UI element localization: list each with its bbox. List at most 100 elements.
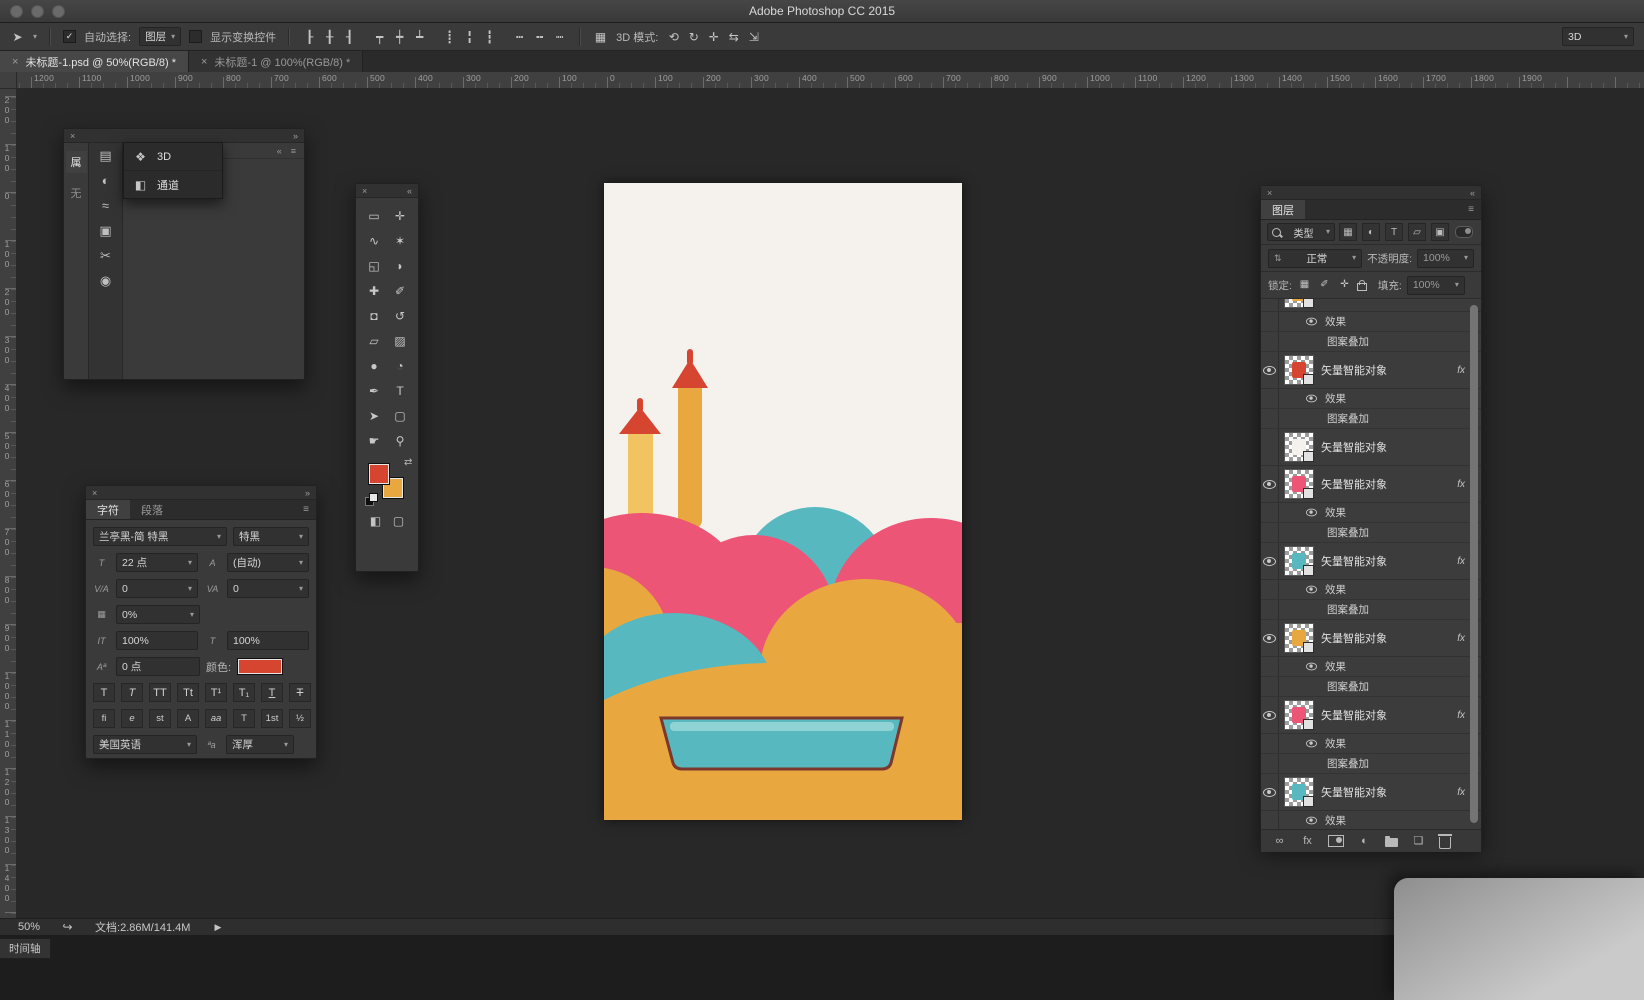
zoom-window-button[interactable] xyxy=(52,5,65,18)
distribute-right-edges-icon[interactable]: ┉ xyxy=(552,31,567,43)
add-mask-icon[interactable] xyxy=(1328,835,1344,847)
layer-effects-row[interactable]: 效果 xyxy=(1261,312,1481,332)
eye-icon[interactable] xyxy=(1261,697,1279,733)
panel-menu-icon[interactable]: ≡ xyxy=(1468,200,1481,219)
opentype-button[interactable]: 1st xyxy=(261,709,283,728)
eye-icon[interactable] xyxy=(1306,586,1317,594)
layer-overlay-row[interactable]: 图案叠加 xyxy=(1261,332,1481,352)
panel-menu-icon[interactable]: ≡ xyxy=(303,500,316,519)
filter-smart-object-icon[interactable]: ▣ xyxy=(1431,223,1449,241)
vertical-ruler[interactable]: 2001000100200300400500600700800900100011… xyxy=(0,88,17,918)
eye-icon-off[interactable] xyxy=(1261,429,1279,465)
rectangular-marquee-tool[interactable]: ▭ xyxy=(361,203,387,228)
distribute-vertical-centers-icon[interactable]: ╏ xyxy=(462,31,477,43)
text-style-button[interactable]: T xyxy=(289,683,311,702)
eye-icon[interactable] xyxy=(1261,466,1279,502)
lock-transparency-icon[interactable]: ▦ xyxy=(1297,280,1312,290)
opacity-dropdown[interactable]: 100% ▾ xyxy=(1417,249,1474,268)
close-icon[interactable]: × xyxy=(92,488,97,498)
opentype-button[interactable]: ½ xyxy=(289,709,311,728)
layer-row[interactable]: 矢量智能对象fx xyxy=(1261,543,1481,580)
ruler-corner[interactable] xyxy=(0,72,17,89)
pen-tool[interactable]: ✒ xyxy=(361,378,387,403)
blend-mode-dropdown[interactable]: ⇅ 正常 ▾ xyxy=(1268,249,1362,268)
opentype-button[interactable]: T xyxy=(233,709,255,728)
layer-overlay-row[interactable]: 图案叠加 xyxy=(1261,409,1481,429)
tab-properties[interactable]: 属 xyxy=(66,151,87,173)
zoom-tool[interactable]: ⚲ xyxy=(387,428,413,453)
kerning-dropdown[interactable]: 0 ▾ xyxy=(116,579,198,598)
creative-cloud-icon[interactable]: ◉ xyxy=(98,274,113,287)
layer-thumbnail[interactable] xyxy=(1284,623,1314,653)
quick-selection-tool[interactable]: ✶ xyxy=(387,228,413,253)
close-icon[interactable]: × xyxy=(362,186,367,196)
filter-type-icon[interactable]: T xyxy=(1385,223,1403,241)
libraries-icon[interactable]: ▣ xyxy=(98,224,113,237)
quick-mask-icon[interactable]: ◧ xyxy=(368,515,383,527)
layers-scrollbar[interactable] xyxy=(1470,305,1478,823)
layer-thumbnail[interactable] xyxy=(1284,700,1314,730)
3d-drag-icon[interactable]: ✛ xyxy=(706,31,721,43)
proportional-spacing-dropdown[interactable]: 0% ▾ xyxy=(116,605,200,624)
layer-effects-row[interactable]: 效果 xyxy=(1261,389,1481,409)
minimize-window-button[interactable] xyxy=(31,5,44,18)
collapse-icon[interactable]: « xyxy=(1470,188,1475,198)
horizontal-scale-field[interactable]: 100% xyxy=(227,631,309,650)
filter-toggle[interactable] xyxy=(1455,226,1473,238)
properties-icon[interactable]: ▤ xyxy=(98,149,113,162)
layer-row[interactable]: 矢量智能对象fx xyxy=(1261,697,1481,734)
layer-thumbnail[interactable] xyxy=(1284,355,1314,385)
layer-row[interactable]: 矢量智能对象fx xyxy=(1261,352,1481,389)
opentype-button[interactable]: A xyxy=(177,709,199,728)
fx-badge[interactable]: fx xyxy=(1457,633,1465,644)
text-style-button[interactable]: Tt xyxy=(177,683,199,702)
clone-stamp-tool[interactable]: ◘ xyxy=(361,303,387,328)
shape-tool[interactable]: ▢ xyxy=(387,403,413,428)
text-style-button[interactable]: TT xyxy=(149,683,171,702)
workspace-switcher[interactable]: 3D ▾ xyxy=(1562,27,1634,46)
align-left-edges-icon[interactable]: ┠ xyxy=(302,31,317,43)
text-color-swatch[interactable] xyxy=(237,658,283,675)
tab-close-icon[interactable]: × xyxy=(12,56,18,68)
auto-align-icon[interactable]: ▦ xyxy=(593,31,608,43)
antialias-dropdown[interactable]: 浑厚 ▾ xyxy=(226,735,294,754)
layer-effects-row[interactable]: 效果 xyxy=(1261,734,1481,754)
layer-effects-row[interactable]: 效果 xyxy=(1261,657,1481,677)
layer-overlay-row[interactable]: 图案叠加 xyxy=(1261,523,1481,543)
font-style-dropdown[interactable]: 特黑 ▾ xyxy=(233,527,309,546)
eye-icon[interactable] xyxy=(1261,543,1279,579)
adjustments-icon[interactable]: ◐ xyxy=(98,174,113,187)
new-group-icon[interactable] xyxy=(1385,838,1398,847)
close-icon[interactable]: × xyxy=(70,131,75,141)
lock-all-icon[interactable] xyxy=(1357,283,1367,291)
layer-name[interactable]: 矢量智能对象 xyxy=(1321,630,1387,646)
eye-icon[interactable] xyxy=(1261,352,1279,388)
layer-name[interactable]: 矢量智能对象 xyxy=(1321,362,1387,378)
tab-close-icon[interactable]: × xyxy=(201,56,207,68)
leading-dropdown[interactable]: (自动) ▾ xyxy=(227,553,309,572)
align-bottom-edges-icon[interactable]: ┷ xyxy=(412,31,427,43)
foreground-color-swatch[interactable] xyxy=(368,463,390,485)
text-style-button[interactable]: T xyxy=(121,683,143,702)
adjustment-layer-icon[interactable]: ◐ xyxy=(1357,836,1372,847)
layer-name[interactable]: 矢量智能对象 xyxy=(1321,476,1387,492)
auto-select-checkbox[interactable]: ✓ xyxy=(63,30,76,43)
font-size-dropdown[interactable]: 22 点 ▾ xyxy=(116,553,198,572)
align-top-edges-icon[interactable]: ┯ xyxy=(372,31,387,43)
eye-icon[interactable] xyxy=(1306,817,1317,825)
styles-icon[interactable]: ≈ xyxy=(98,199,113,212)
layer-thumbnail[interactable] xyxy=(1284,469,1314,499)
layer-name[interactable]: 矢量智能对象 xyxy=(1321,707,1387,723)
dodge-tool[interactable]: ◔ xyxy=(387,353,413,378)
horizontal-ruler[interactable]: 1200110010009008007006005004003002001000… xyxy=(16,72,1644,89)
lock-position-icon[interactable]: ✛ xyxy=(1337,280,1352,290)
status-play-icon[interactable]: ▶ xyxy=(210,923,225,932)
opentype-button[interactable]: fi xyxy=(93,709,115,728)
fx-badge[interactable]: fx xyxy=(1457,556,1465,567)
layer-row[interactable]: 矢量智能对象 xyxy=(1261,429,1481,466)
3d-slide-icon[interactable]: ⇆ xyxy=(726,31,741,43)
text-style-button[interactable]: T¹ xyxy=(205,683,227,702)
collapse-icon[interactable]: » xyxy=(305,488,310,498)
eye-icon[interactable] xyxy=(1261,774,1279,810)
move-tool-icon[interactable]: ➤ xyxy=(10,31,25,43)
